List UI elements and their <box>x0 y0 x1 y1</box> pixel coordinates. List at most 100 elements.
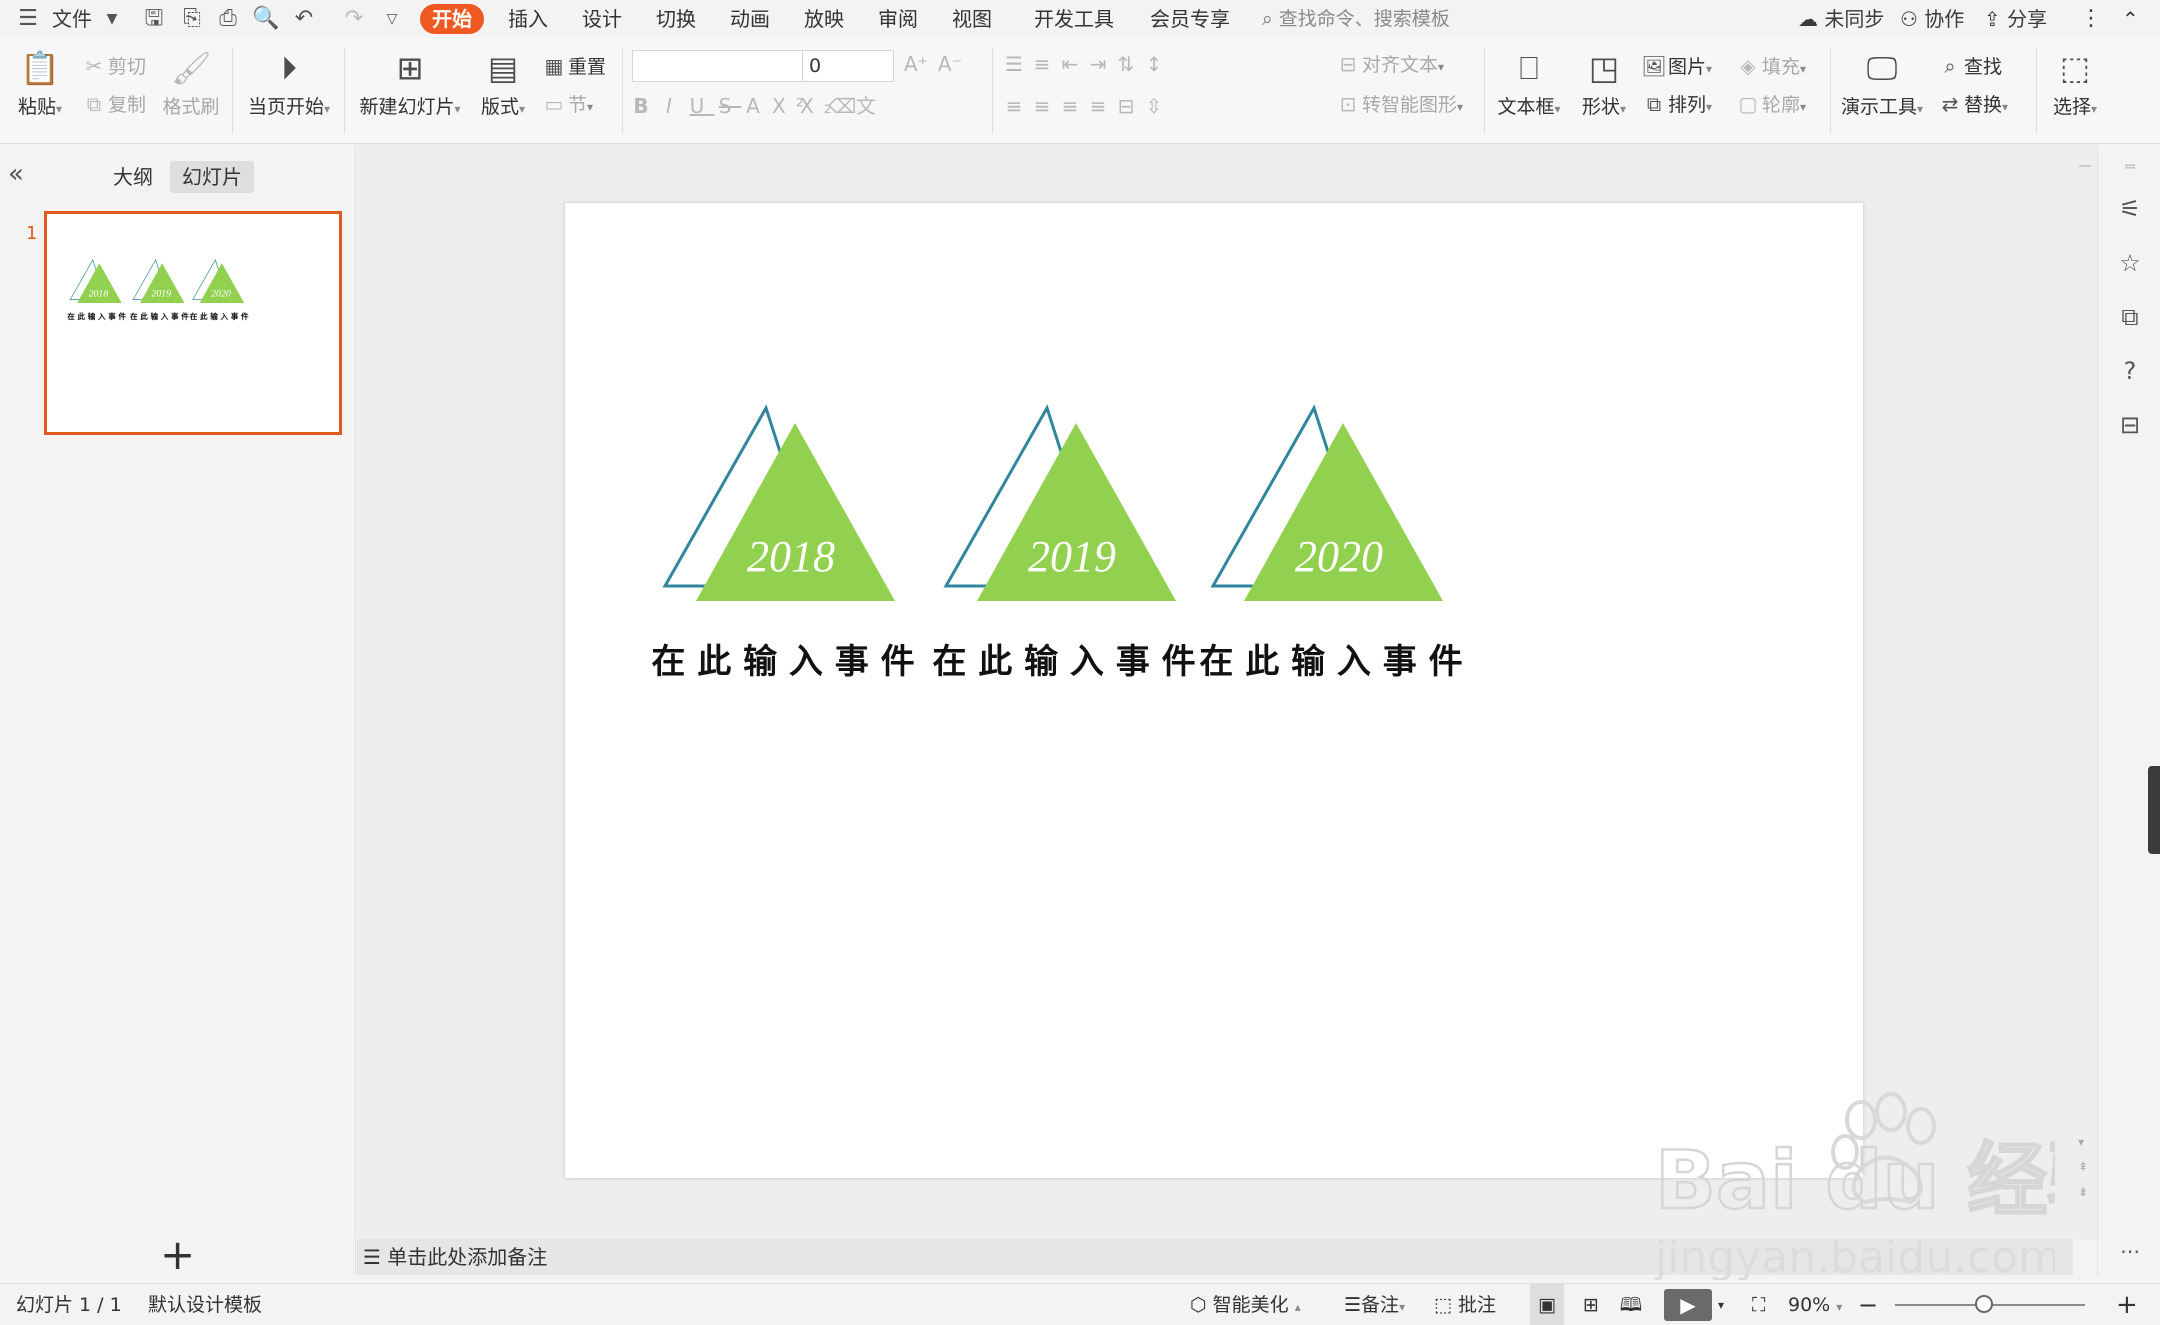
font-color-icon[interactable]: A <box>744 92 772 120</box>
paste-button[interactable]: 📋 粘贴▾ <box>12 48 68 119</box>
properties-icon[interactable]: ⚟ <box>2116 195 2144 223</box>
year-label[interactable]: 2020 <box>1295 532 1383 581</box>
collapse-ribbon-icon[interactable]: ⌃ <box>2122 0 2139 38</box>
transition-icon[interactable]: ⧉ <box>2116 303 2144 331</box>
year-label[interactable]: 2019 <box>151 288 171 299</box>
event-label[interactable]: 在 此 输 入 事 件 <box>190 311 249 321</box>
collab-button[interactable]: ⚇ 协作 <box>1900 0 1964 38</box>
event-label[interactable]: 在 此 输 入 事 件 <box>1199 642 1462 682</box>
timeline-item-2018[interactable]: 2018 在 此 输 入 事 件 <box>67 259 126 321</box>
tab-transition[interactable]: 切换 <box>656 0 696 38</box>
help-icon[interactable]: ? <box>2116 357 2144 385</box>
timeline-item-2019[interactable]: 2019 在 此 输 入 事 件 <box>932 404 1196 682</box>
new-slide-button[interactable]: ⊞ 新建幻灯片▾ <box>356 48 464 119</box>
slide[interactable]: 2018 在 此 输 入 事 件 2019 在 此 输 入 事 件 2020 在 此 输 … <box>565 203 1863 1178</box>
fit-window-icon[interactable]: ⛶ <box>1752 1284 1765 1325</box>
bullet-list-icon[interactable]: ☰ <box>1004 50 1032 78</box>
print-icon[interactable]: ⎙ <box>214 6 242 32</box>
event-label[interactable]: 在 此 输 入 事 件 <box>67 311 126 321</box>
tab-member[interactable]: 会员专享 <box>1150 0 1230 38</box>
align-right-icon[interactable]: ≡ <box>1060 92 1088 120</box>
normal-view-icon[interactable]: ▣ <box>1530 1284 1564 1325</box>
text-direction-icon[interactable]: ⇅ <box>1116 50 1144 78</box>
select-button[interactable]: ⬚ 选择▾ <box>2046 48 2104 119</box>
slide-thumbnail[interactable]: 2018 在 此 输 入 事 件 2019 在 此 输 入 事 件 2020 在 此 输 … <box>44 211 342 435</box>
year-label[interactable]: 2019 <box>1028 532 1116 581</box>
notes-bar[interactable]: ☰ 单击此处添加备注 <box>357 1239 2073 1275</box>
save-icon[interactable]: 🖫 <box>140 6 168 32</box>
tab-outline[interactable]: 大纲 <box>108 161 158 193</box>
undo-icon[interactable]: ↶ <box>290 6 318 32</box>
replace-button[interactable]: ⇄ 替换▾ <box>1936 90 2008 118</box>
file-menu[interactable]: 文件 <box>52 0 92 38</box>
copy-button[interactable]: ⧉ 复制 <box>80 90 146 118</box>
font-name-select[interactable] <box>632 50 807 82</box>
timeline-item-2020[interactable]: 2020 在 此 输 入 事 件 <box>1199 404 1463 682</box>
animation-star-icon[interactable]: ☆ <box>2116 249 2144 277</box>
next-slide-icon[interactable]: ⇟ <box>2078 1185 2088 1199</box>
scroll-down-icon[interactable]: ▾ <box>2078 1135 2084 1149</box>
format-painter-button[interactable]: 🖌 格式刷 <box>158 48 224 119</box>
smart-beautify-button[interactable]: ⬡ 智能美化 ▴ <box>1190 1284 1301 1325</box>
tab-review[interactable]: 审阅 <box>878 0 918 38</box>
presentation-tools-button[interactable]: 🖵 演示工具▾ <box>1838 48 1926 119</box>
event-label[interactable]: 在 此 输 入 事 件 <box>130 311 189 321</box>
distribute-icon[interactable]: ⊟ <box>1116 92 1144 120</box>
zoom-in-icon[interactable]: + <box>2116 1284 2138 1325</box>
year-label[interactable]: 2020 <box>211 288 231 299</box>
add-slide-icon[interactable]: + <box>160 1230 195 1279</box>
clear-format-icon[interactable]: ⌫ <box>828 92 856 120</box>
sync-status[interactable]: ☁ 未同步 <box>1798 0 1884 38</box>
tab-insert[interactable]: 插入 <box>508 0 548 38</box>
convert-smartart-button[interactable]: ⊡ 转智能图形▾ <box>1334 90 1463 118</box>
arrange-button[interactable]: ⧉ 排列▾ <box>1640 90 1712 118</box>
tab-design[interactable]: 设计 <box>582 0 622 38</box>
find-button[interactable]: ⌕ 查找 <box>1936 52 2002 80</box>
phonetic-icon[interactable]: 文 <box>856 92 884 120</box>
fill-button[interactable]: ◈ 填充▾ <box>1734 52 1806 80</box>
vertical-scrollbar[interactable]: ▾ ⇞ ⇟ <box>2073 145 2097 1239</box>
event-label[interactable]: 在 此 输 入 事 件 <box>651 642 914 682</box>
more-vertical-icon[interactable]: ⋮ <box>2080 0 2102 38</box>
increase-font-icon[interactable]: A⁺ <box>902 50 930 78</box>
justify-icon[interactable]: ≡ <box>1088 92 1116 120</box>
sorter-view-icon[interactable]: ⊞ <box>1574 1284 1608 1325</box>
tab-start[interactable]: 开始 <box>420 4 484 34</box>
superscript-icon[interactable]: X² <box>772 92 804 120</box>
reset-button[interactable]: ▦ 重置 <box>540 52 606 80</box>
side-panel-handle[interactable] <box>2148 766 2160 854</box>
section-button[interactable]: ▭ 节▾ <box>540 90 594 118</box>
tab-view[interactable]: 视图 <box>952 0 992 38</box>
more-horizontal-icon[interactable]: ⋯ <box>2116 1237 2144 1265</box>
textbox-button[interactable]: ⎕ 文本框▾ <box>1494 48 1564 119</box>
share-button[interactable]: ⇪ 分享 <box>1984 0 2047 38</box>
reading-view-icon[interactable]: 🕮 <box>1614 1284 1648 1325</box>
zoom-out-icon[interactable]: − <box>1858 1284 1878 1325</box>
play-slideshow-button[interactable]: ▶ <box>1664 1289 1712 1321</box>
chevron-down-icon[interactable]: ▼ <box>98 6 126 32</box>
decrease-indent-icon[interactable]: ⇤ <box>1060 50 1088 78</box>
outline-button[interactable]: ▢ 轮廓▾ <box>1734 90 1807 118</box>
year-label[interactable]: 2018 <box>747 532 835 581</box>
print-preview-icon[interactable]: 🔍 <box>252 6 280 32</box>
shape-button[interactable]: ◳ 形状▾ <box>1576 48 1632 119</box>
quick-access-more-icon[interactable]: ▽ <box>378 6 406 32</box>
align-center-icon[interactable]: ≡ <box>1032 92 1060 120</box>
comments-button[interactable]: ⬚ 批注 <box>1434 1284 1496 1325</box>
timeline-item-2018[interactable]: 2018 在 此 输 入 事 件 <box>651 404 915 682</box>
picture-button[interactable]: 🖼图片▾ <box>1640 52 1712 80</box>
increase-indent-icon[interactable]: ⇥ <box>1088 50 1116 78</box>
notes-toggle-button[interactable]: ☰备注▾ <box>1344 1284 1405 1325</box>
hamburger-menu-icon[interactable]: ☰ <box>14 6 42 32</box>
prev-slide-icon[interactable]: ⇞ <box>2078 1160 2088 1174</box>
timeline-item-2019[interactable]: 2019 在 此 输 入 事 件 <box>130 259 189 321</box>
font-size-select[interactable]: 0 <box>802 50 894 82</box>
cut-button[interactable]: ✂ 剪切 <box>80 52 146 80</box>
event-label[interactable]: 在 此 输 入 事 件 <box>932 642 1195 682</box>
collapse-panel-icon[interactable]: « <box>8 159 24 189</box>
align-text-button[interactable]: ⊟ 对齐文本▾ <box>1334 50 1444 78</box>
export-pdf-icon[interactable]: ⎘ <box>178 6 206 32</box>
paragraph-spacing-icon[interactable]: ⇳ <box>1144 92 1172 120</box>
decrease-font-icon[interactable]: A⁻ <box>936 50 964 78</box>
tab-slides[interactable]: 幻灯片 <box>170 161 254 193</box>
